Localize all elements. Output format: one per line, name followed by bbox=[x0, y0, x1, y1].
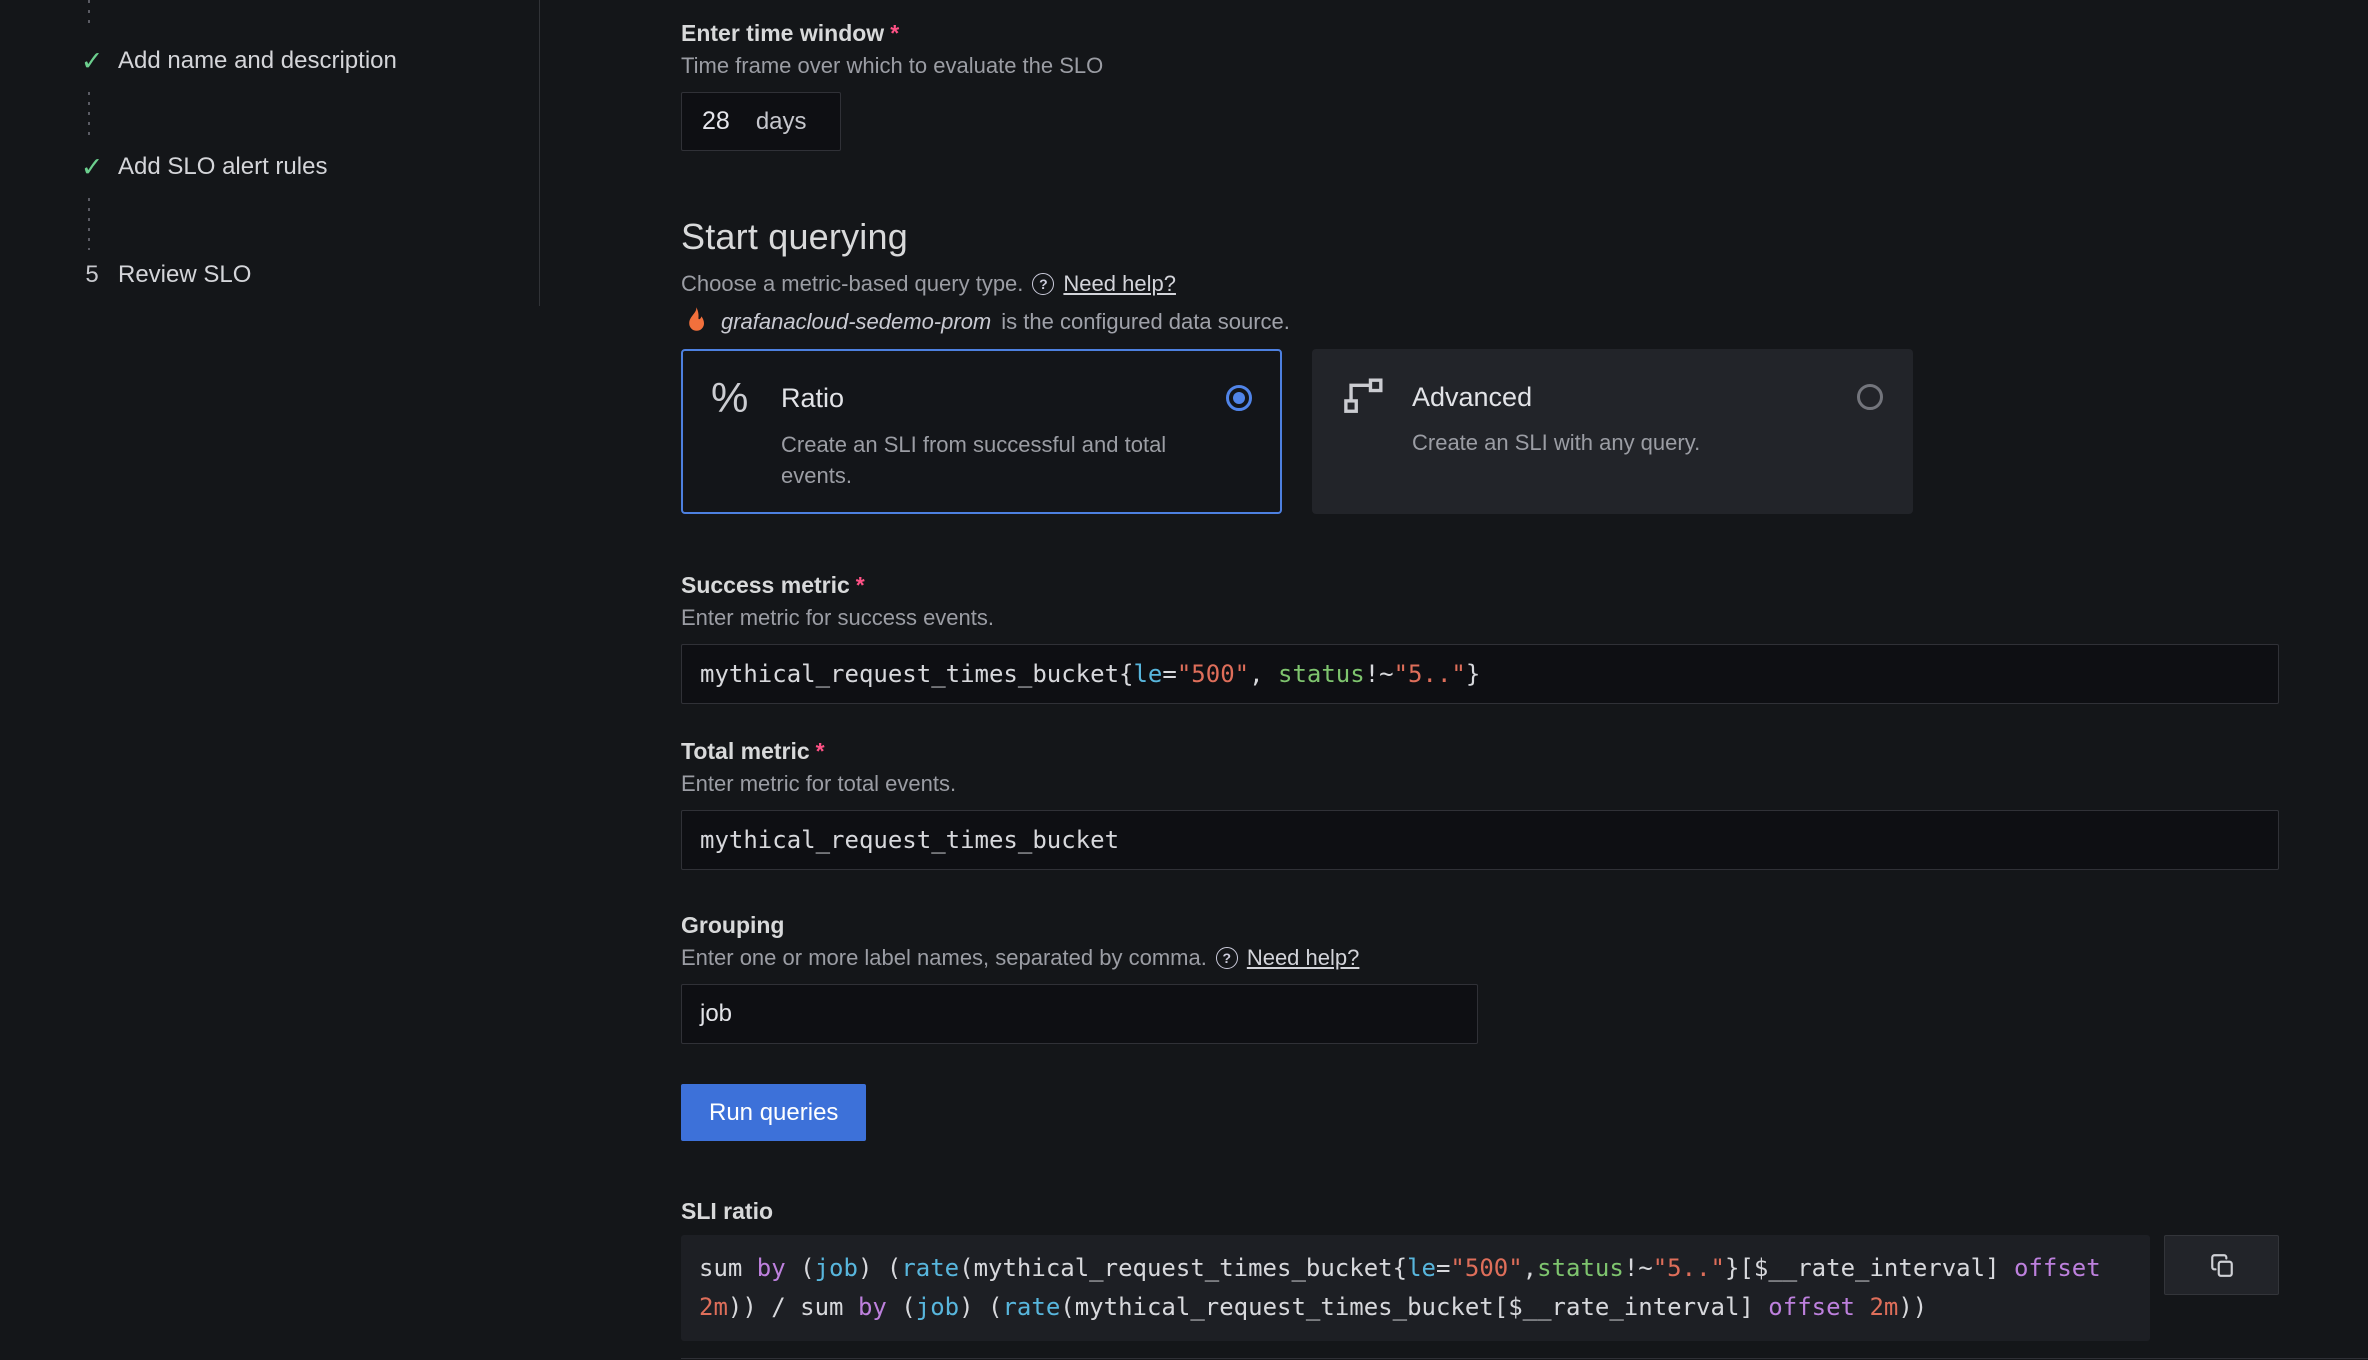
advanced-steps-icon bbox=[1342, 377, 1412, 417]
step-label: Add SLO alert rules bbox=[118, 153, 327, 181]
section-divider bbox=[681, 1358, 2368, 1359]
need-help-link[interactable]: Need help? bbox=[1247, 944, 1360, 972]
advanced-radio[interactable] bbox=[1857, 384, 1883, 410]
time-window-label: Enter time window* bbox=[681, 18, 2279, 48]
sli-ratio-row: sum by (job) (rate(mythical_request_time… bbox=[681, 1235, 2279, 1341]
required-mark: * bbox=[890, 20, 899, 46]
field-description-text: Enter metric for success events. bbox=[681, 604, 994, 632]
field-description-text: Enter one or more label names, separated… bbox=[681, 944, 1207, 972]
sli-ratio-expression: sum by (job) (rate(mythical_request_time… bbox=[681, 1235, 2150, 1341]
required-mark: * bbox=[856, 572, 865, 598]
query-type-card-advanced[interactable]: Advanced Create an SLI with any query. bbox=[1312, 349, 1913, 514]
stepper-step-review-slo[interactable]: 5 Review SLO bbox=[78, 258, 251, 292]
copy-button[interactable] bbox=[2164, 1235, 2279, 1295]
slo-wizard-page: ✓ Add name and description ✓ Add SLO ale… bbox=[0, 0, 2368, 1360]
grouping-input[interactable]: job bbox=[681, 984, 1478, 1044]
field-label-text: Total metric bbox=[681, 738, 810, 764]
time-window-unit: days bbox=[756, 108, 807, 136]
field-description-text: Time frame over which to evaluate the SL… bbox=[681, 52, 1103, 80]
card-title: Ratio bbox=[781, 383, 1226, 414]
stepper-connector bbox=[88, 92, 90, 142]
query-type-cards: % Ratio Create an SLI from successful an… bbox=[681, 349, 2279, 514]
time-window-value[interactable]: 28 bbox=[702, 107, 730, 136]
datasource-suffix: is the configured data source. bbox=[1001, 309, 1290, 335]
stepper-connector bbox=[88, 0, 90, 26]
sli-ratio-label: SLI ratio bbox=[681, 1197, 2279, 1225]
ratio-percent-icon: % bbox=[711, 377, 781, 419]
field-description-text: Enter metric for total events. bbox=[681, 770, 956, 798]
card-header: Advanced bbox=[1342, 377, 1883, 417]
field-label-text: Enter time window bbox=[681, 20, 884, 46]
datasource-row: grafanacloud-sedemo-prom is the configur… bbox=[681, 307, 2279, 337]
stepper-step-alert-rules[interactable]: ✓ Add SLO alert rules bbox=[78, 150, 327, 184]
question-circle-icon: ? bbox=[1216, 947, 1238, 969]
wizard-content: Enter time window* Time frame over which… bbox=[681, 0, 2279, 1341]
step-label: Add name and description bbox=[118, 47, 397, 75]
stepper-step-name-description[interactable]: ✓ Add name and description bbox=[78, 44, 397, 78]
ratio-radio[interactable] bbox=[1226, 385, 1252, 411]
total-metric-description: Enter metric for total events. bbox=[681, 770, 2279, 798]
query-type-card-ratio[interactable]: % Ratio Create an SLI from successful an… bbox=[681, 349, 1282, 514]
wizard-stepper: ✓ Add name and description ✓ Add SLO ale… bbox=[0, 0, 539, 400]
grafana-flame-icon bbox=[681, 306, 711, 338]
grouping-label: Grouping bbox=[681, 910, 2279, 940]
stepper-connector bbox=[88, 198, 90, 250]
time-window-input[interactable]: 28 days bbox=[681, 92, 841, 151]
success-metric-input[interactable]: mythical_request_times_bucket{le="500", … bbox=[681, 644, 2279, 704]
check-icon: ✓ bbox=[78, 150, 106, 184]
card-description: Create an SLI with any query. bbox=[1412, 427, 1872, 458]
card-title: Advanced bbox=[1412, 382, 1857, 413]
radio-dot bbox=[1233, 392, 1245, 404]
question-mark: ? bbox=[1039, 269, 1048, 299]
time-window-description: Time frame over which to evaluate the SL… bbox=[681, 52, 2279, 80]
datasource-name: grafanacloud-sedemo-prom bbox=[721, 309, 991, 335]
start-querying-heading: Start querying bbox=[681, 215, 2279, 259]
success-metric-description: Enter metric for success events. bbox=[681, 604, 2279, 632]
card-description: Create an SLI from successful and total … bbox=[781, 429, 1241, 491]
success-metric-label: Success metric* bbox=[681, 570, 2279, 600]
step-number: 5 bbox=[78, 258, 106, 292]
total-metric-label: Total metric* bbox=[681, 736, 2279, 766]
total-metric-input[interactable]: mythical_request_times_bucket bbox=[681, 810, 2279, 870]
field-label-text: Success metric bbox=[681, 572, 850, 598]
query-type-subtitle-row: Choose a metric-based query type. ? Need… bbox=[681, 269, 2279, 299]
query-type-subtitle: Choose a metric-based query type. bbox=[681, 269, 1023, 299]
required-mark: * bbox=[816, 738, 825, 764]
check-icon: ✓ bbox=[78, 44, 106, 78]
grouping-description-row: Enter one or more label names, separated… bbox=[681, 944, 2279, 972]
step-label: Review SLO bbox=[118, 261, 251, 289]
stepper-divider bbox=[539, 0, 540, 306]
copy-icon bbox=[2209, 1252, 2235, 1278]
run-queries-button[interactable]: Run queries bbox=[681, 1084, 866, 1141]
question-mark: ? bbox=[1223, 944, 1232, 972]
need-help-link[interactable]: Need help? bbox=[1063, 269, 1176, 299]
question-circle-icon: ? bbox=[1032, 273, 1054, 295]
card-header: % Ratio bbox=[711, 377, 1252, 419]
